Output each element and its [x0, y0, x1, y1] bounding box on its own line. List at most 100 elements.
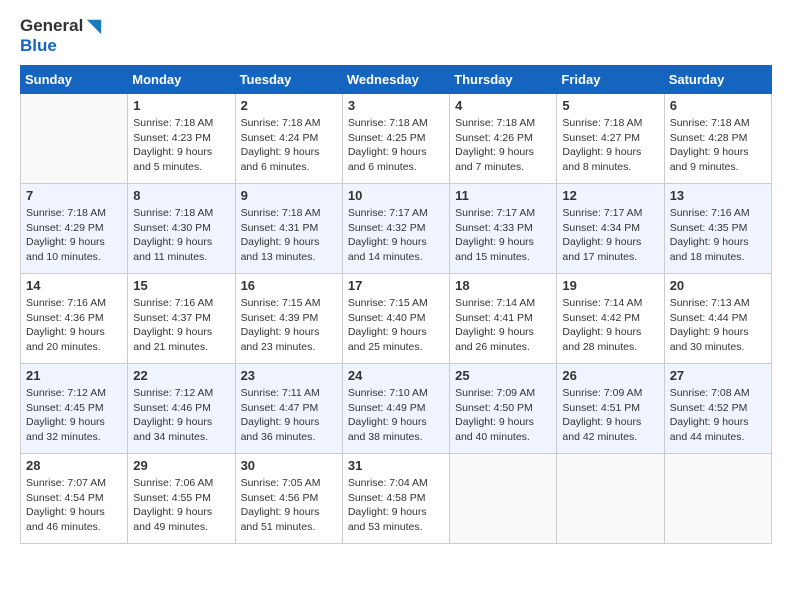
sunrise-label: Sunrise: 7:09 AM	[562, 387, 642, 399]
day-info: Sunrise: 7:17 AM Sunset: 4:32 PM Dayligh…	[348, 206, 444, 265]
sunset-label: Sunset: 4:42 PM	[562, 312, 640, 324]
sunrise-label: Sunrise: 7:16 AM	[670, 207, 750, 219]
calendar-cell: 27 Sunrise: 7:08 AM Sunset: 4:52 PM Dayl…	[664, 364, 771, 454]
daylight-label: Daylight: 9 hours and 23 minutes.	[241, 326, 320, 353]
day-number: 27	[670, 368, 766, 383]
day-info: Sunrise: 7:14 AM Sunset: 4:42 PM Dayligh…	[562, 296, 658, 355]
daylight-label: Daylight: 9 hours and 44 minutes.	[670, 416, 749, 443]
day-number: 29	[133, 458, 229, 473]
daylight-label: Daylight: 9 hours and 38 minutes.	[348, 416, 427, 443]
calendar-cell: 13 Sunrise: 7:16 AM Sunset: 4:35 PM Dayl…	[664, 184, 771, 274]
calendar-week-row: 14 Sunrise: 7:16 AM Sunset: 4:36 PM Dayl…	[21, 274, 772, 364]
sunrise-label: Sunrise: 7:18 AM	[26, 207, 106, 219]
day-info: Sunrise: 7:16 AM Sunset: 4:37 PM Dayligh…	[133, 296, 229, 355]
calendar-cell: 17 Sunrise: 7:15 AM Sunset: 4:40 PM Dayl…	[342, 274, 449, 364]
calendar-cell: 29 Sunrise: 7:06 AM Sunset: 4:55 PM Dayl…	[128, 454, 235, 544]
sunset-label: Sunset: 4:24 PM	[241, 132, 319, 144]
calendar-cell	[21, 94, 128, 184]
sunset-label: Sunset: 4:34 PM	[562, 222, 640, 234]
sunrise-label: Sunrise: 7:12 AM	[133, 387, 213, 399]
calendar-cell: 5 Sunrise: 7:18 AM Sunset: 4:27 PM Dayli…	[557, 94, 664, 184]
day-number: 2	[241, 98, 337, 113]
day-info: Sunrise: 7:10 AM Sunset: 4:49 PM Dayligh…	[348, 386, 444, 445]
day-info: Sunrise: 7:18 AM Sunset: 4:24 PM Dayligh…	[241, 116, 337, 175]
day-info: Sunrise: 7:18 AM Sunset: 4:28 PM Dayligh…	[670, 116, 766, 175]
day-info: Sunrise: 7:15 AM Sunset: 4:39 PM Dayligh…	[241, 296, 337, 355]
weekday-header-saturday: Saturday	[664, 66, 771, 94]
day-number: 13	[670, 188, 766, 203]
day-info: Sunrise: 7:05 AM Sunset: 4:56 PM Dayligh…	[241, 476, 337, 535]
page: General Blue SundayMondayTuesdayWednesda…	[0, 0, 792, 612]
sunset-label: Sunset: 4:39 PM	[241, 312, 319, 324]
day-info: Sunrise: 7:09 AM Sunset: 4:51 PM Dayligh…	[562, 386, 658, 445]
daylight-label: Daylight: 9 hours and 49 minutes.	[133, 506, 212, 533]
sunrise-label: Sunrise: 7:16 AM	[133, 297, 213, 309]
logo-text: General Blue	[20, 16, 103, 55]
day-number: 30	[241, 458, 337, 473]
logo-triangle-icon	[85, 18, 103, 36]
daylight-label: Daylight: 9 hours and 36 minutes.	[241, 416, 320, 443]
calendar-cell: 12 Sunrise: 7:17 AM Sunset: 4:34 PM Dayl…	[557, 184, 664, 274]
sunrise-label: Sunrise: 7:18 AM	[348, 117, 428, 129]
calendar-cell: 16 Sunrise: 7:15 AM Sunset: 4:39 PM Dayl…	[235, 274, 342, 364]
calendar-cell: 14 Sunrise: 7:16 AM Sunset: 4:36 PM Dayl…	[21, 274, 128, 364]
calendar-cell: 28 Sunrise: 7:07 AM Sunset: 4:54 PM Dayl…	[21, 454, 128, 544]
sunrise-label: Sunrise: 7:15 AM	[348, 297, 428, 309]
calendar-cell: 2 Sunrise: 7:18 AM Sunset: 4:24 PM Dayli…	[235, 94, 342, 184]
day-number: 16	[241, 278, 337, 293]
day-number: 9	[241, 188, 337, 203]
day-number: 20	[670, 278, 766, 293]
calendar-cell: 8 Sunrise: 7:18 AM Sunset: 4:30 PM Dayli…	[128, 184, 235, 274]
day-info: Sunrise: 7:07 AM Sunset: 4:54 PM Dayligh…	[26, 476, 122, 535]
sunset-label: Sunset: 4:58 PM	[348, 492, 426, 504]
sunset-label: Sunset: 4:23 PM	[133, 132, 211, 144]
calendar-table: SundayMondayTuesdayWednesdayThursdayFrid…	[20, 65, 772, 544]
sunset-label: Sunset: 4:41 PM	[455, 312, 533, 324]
day-info: Sunrise: 7:12 AM Sunset: 4:45 PM Dayligh…	[26, 386, 122, 445]
daylight-label: Daylight: 9 hours and 51 minutes.	[241, 506, 320, 533]
day-number: 31	[348, 458, 444, 473]
daylight-label: Daylight: 9 hours and 18 minutes.	[670, 236, 749, 263]
day-number: 7	[26, 188, 122, 203]
sunrise-label: Sunrise: 7:11 AM	[241, 387, 320, 399]
calendar-cell: 6 Sunrise: 7:18 AM Sunset: 4:28 PM Dayli…	[664, 94, 771, 184]
calendar-cell: 30 Sunrise: 7:05 AM Sunset: 4:56 PM Dayl…	[235, 454, 342, 544]
daylight-label: Daylight: 9 hours and 53 minutes.	[348, 506, 427, 533]
sunrise-label: Sunrise: 7:16 AM	[26, 297, 106, 309]
sunset-label: Sunset: 4:51 PM	[562, 402, 640, 414]
sunset-label: Sunset: 4:35 PM	[670, 222, 748, 234]
sunrise-label: Sunrise: 7:07 AM	[26, 477, 106, 489]
sunset-label: Sunset: 4:26 PM	[455, 132, 533, 144]
sunrise-label: Sunrise: 7:17 AM	[562, 207, 642, 219]
calendar-cell: 4 Sunrise: 7:18 AM Sunset: 4:26 PM Dayli…	[450, 94, 557, 184]
sunrise-label: Sunrise: 7:18 AM	[455, 117, 535, 129]
day-info: Sunrise: 7:18 AM Sunset: 4:29 PM Dayligh…	[26, 206, 122, 265]
weekday-header-row: SundayMondayTuesdayWednesdayThursdayFrid…	[21, 66, 772, 94]
weekday-header-wednesday: Wednesday	[342, 66, 449, 94]
sunset-label: Sunset: 4:25 PM	[348, 132, 426, 144]
sunset-label: Sunset: 4:52 PM	[670, 402, 748, 414]
daylight-label: Daylight: 9 hours and 21 minutes.	[133, 326, 212, 353]
day-info: Sunrise: 7:06 AM Sunset: 4:55 PM Dayligh…	[133, 476, 229, 535]
day-info: Sunrise: 7:16 AM Sunset: 4:36 PM Dayligh…	[26, 296, 122, 355]
calendar-week-row: 1 Sunrise: 7:18 AM Sunset: 4:23 PM Dayli…	[21, 94, 772, 184]
sunset-label: Sunset: 4:37 PM	[133, 312, 211, 324]
daylight-label: Daylight: 9 hours and 40 minutes.	[455, 416, 534, 443]
daylight-label: Daylight: 9 hours and 8 minutes.	[562, 146, 641, 173]
weekday-header-sunday: Sunday	[21, 66, 128, 94]
daylight-label: Daylight: 9 hours and 17 minutes.	[562, 236, 641, 263]
sunset-label: Sunset: 4:47 PM	[241, 402, 319, 414]
daylight-label: Daylight: 9 hours and 34 minutes.	[133, 416, 212, 443]
day-number: 21	[26, 368, 122, 383]
calendar-cell: 31 Sunrise: 7:04 AM Sunset: 4:58 PM Dayl…	[342, 454, 449, 544]
sunrise-label: Sunrise: 7:05 AM	[241, 477, 321, 489]
day-info: Sunrise: 7:08 AM Sunset: 4:52 PM Dayligh…	[670, 386, 766, 445]
day-number: 25	[455, 368, 551, 383]
calendar-cell: 24 Sunrise: 7:10 AM Sunset: 4:49 PM Dayl…	[342, 364, 449, 454]
calendar-cell: 11 Sunrise: 7:17 AM Sunset: 4:33 PM Dayl…	[450, 184, 557, 274]
sunrise-label: Sunrise: 7:13 AM	[670, 297, 750, 309]
sunrise-label: Sunrise: 7:17 AM	[348, 207, 428, 219]
sunset-label: Sunset: 4:28 PM	[670, 132, 748, 144]
sunset-label: Sunset: 4:27 PM	[562, 132, 640, 144]
sunset-label: Sunset: 4:54 PM	[26, 492, 104, 504]
